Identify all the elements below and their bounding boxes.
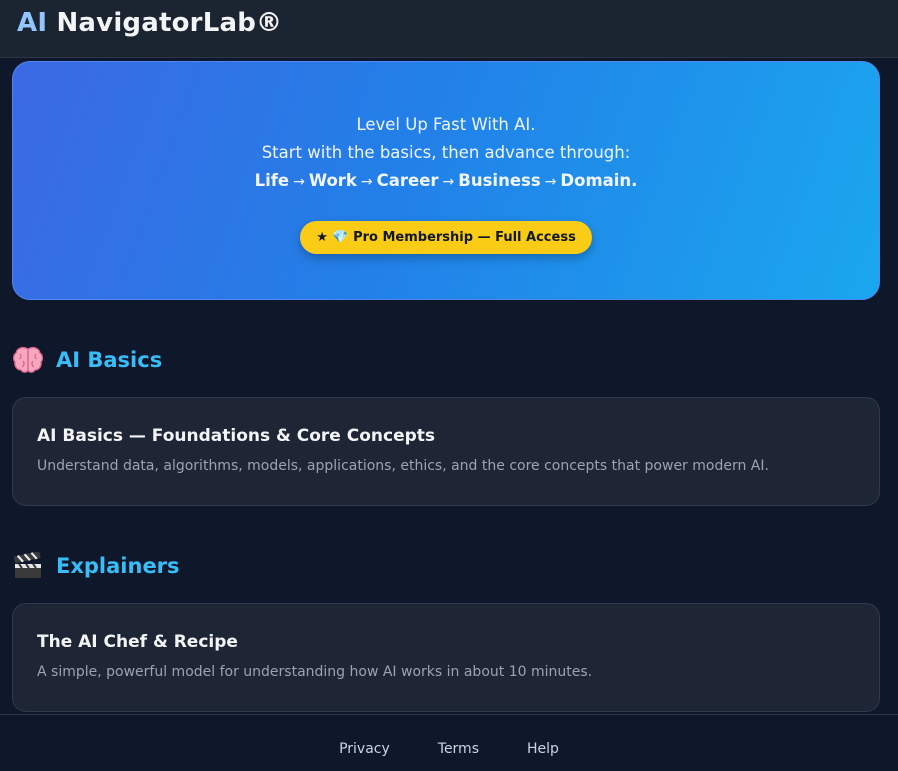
brand-name: NavigatorLab® [56,8,283,38]
top-header: AI NavigatorLab® [0,0,898,58]
path-step-work: Work [308,171,357,190]
footer-link-privacy[interactable]: Privacy [339,741,390,771]
card-description: A simple, powerful model for understandi… [37,664,593,680]
card-title: AI Basics — Foundations & Core Concepts [37,426,436,446]
arrow-right-icon: → [442,174,455,190]
footer-link-terms[interactable]: Terms [438,741,479,771]
course-card-ai-chef[interactable]: The AI Chef & Recipe A simple, powerful … [12,603,880,712]
path-step-life: Life [254,171,290,190]
footer: Privacy Terms Help [0,714,898,771]
brand-logo[interactable]: AI NavigatorLab® [17,6,898,40]
hero-subline: Start with the basics, then advance thro… [261,143,631,162]
path-step-business: Business [458,171,541,190]
arrow-right-icon: → [544,174,557,190]
pro-membership-button[interactable]: ★ 💎 Pro Membership — Full Access [300,221,592,254]
brand-ai: AI [17,8,48,38]
footer-link-help[interactable]: Help [527,741,559,771]
path-step-domain: Domain. [560,171,638,190]
path-step-career: Career [376,171,439,190]
card-title: The AI Chef & Recipe [37,632,238,652]
section-title: Explainers [56,554,180,578]
brain-icon [12,344,44,376]
clapperboard-icon [12,550,44,582]
section-heading-explainers: Explainers [12,550,180,582]
section-title: AI Basics [56,348,163,372]
hero-headline: Level Up Fast With AI. [356,115,536,134]
arrow-right-icon: → [360,174,373,190]
hero-progression-path: Life → Work → Career → Business → Domain. [13,167,879,196]
hero-banner: Level Up Fast With AI. Start with the ba… [12,61,880,300]
course-card-ai-basics[interactable]: AI Basics — Foundations & Core Concepts … [12,397,880,506]
card-description: Understand data, algorithms, models, app… [37,458,769,474]
section-heading-ai-basics: AI Basics [12,344,162,376]
arrow-right-icon: → [293,174,305,190]
